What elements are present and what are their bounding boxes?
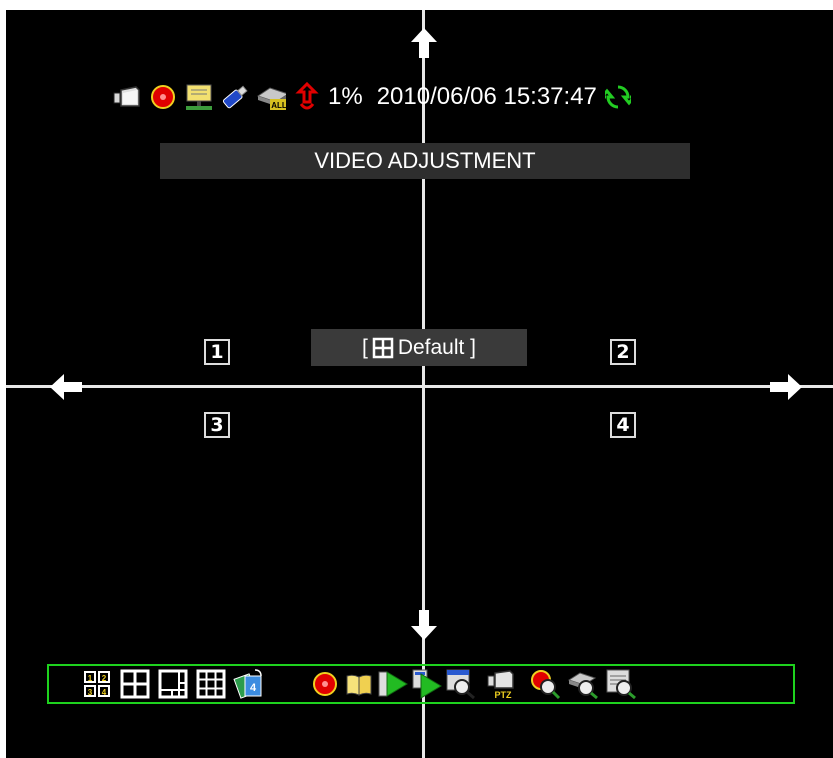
svg-text:3: 3	[88, 688, 93, 697]
nine-split-layout-button[interactable]	[195, 668, 227, 700]
svg-text:4: 4	[250, 682, 257, 694]
svg-text:ALL: ALL	[271, 101, 286, 110]
svg-text:1: 1	[88, 674, 93, 683]
playback-icon[interactable]	[377, 668, 409, 700]
status-bar: ALL 1% 2010/06/06 15:37:47	[112, 80, 633, 114]
ptz-text: PTZ	[495, 690, 513, 699]
record-button[interactable]	[309, 668, 341, 700]
arrow-down-icon[interactable]	[411, 610, 437, 640]
snapshot-search-icon[interactable]	[445, 668, 477, 700]
manual-book-icon[interactable]	[343, 668, 375, 700]
datetime-text: 2010/06/06 15:37:47	[376, 83, 597, 110]
page-title: VIDEO ADJUSTMENT	[160, 143, 690, 179]
arrow-right-icon[interactable]	[770, 374, 802, 400]
channel-2-label[interactable]: 2	[610, 339, 636, 365]
overwrite-icon	[292, 82, 322, 112]
arrow-up-icon[interactable]	[411, 28, 437, 58]
playback-files-icon[interactable]	[411, 668, 443, 700]
horizontal-divider	[6, 385, 833, 388]
svg-text:4: 4	[102, 688, 107, 697]
mode-name: Default ]	[397, 336, 477, 359]
refresh-icon	[603, 82, 633, 112]
arrow-left-icon[interactable]	[50, 374, 82, 400]
record-search-icon[interactable]	[529, 668, 561, 700]
device-search-icon[interactable]	[567, 668, 599, 700]
ptz-button[interactable]: PTZ	[485, 668, 517, 700]
svg-text:2: 2	[102, 674, 107, 683]
channel-4-label[interactable]: 4	[610, 412, 636, 438]
pip-layout-button[interactable]	[157, 668, 189, 700]
quad-numbered-layout-button[interactable]: 1234	[81, 668, 113, 700]
sequence-icon[interactable]: 4	[233, 668, 265, 700]
log-search-icon[interactable]	[605, 668, 637, 700]
display-mode-label[interactable]: [ Default ]	[311, 329, 527, 366]
hdd-usage-text: 1%	[328, 83, 363, 110]
camera-icon	[112, 82, 142, 112]
network-icon	[184, 82, 214, 112]
usb-icon	[220, 82, 250, 112]
record-icon	[148, 82, 178, 112]
quad-layout-button[interactable]	[119, 668, 151, 700]
quad-layout-icon	[372, 337, 394, 358]
vertical-divider	[422, 10, 425, 758]
channel-3-label[interactable]: 3	[204, 412, 230, 438]
bracket-open: [	[361, 336, 368, 359]
bottom-toolbar: 1234 4 PTZ	[47, 664, 795, 704]
video-screen: ALL 1% 2010/06/06 15:37:47 VIDEO ADJUSTM…	[6, 10, 833, 758]
channel-1-label[interactable]: 1	[204, 339, 230, 365]
hdd-all-icon: ALL	[256, 82, 286, 112]
